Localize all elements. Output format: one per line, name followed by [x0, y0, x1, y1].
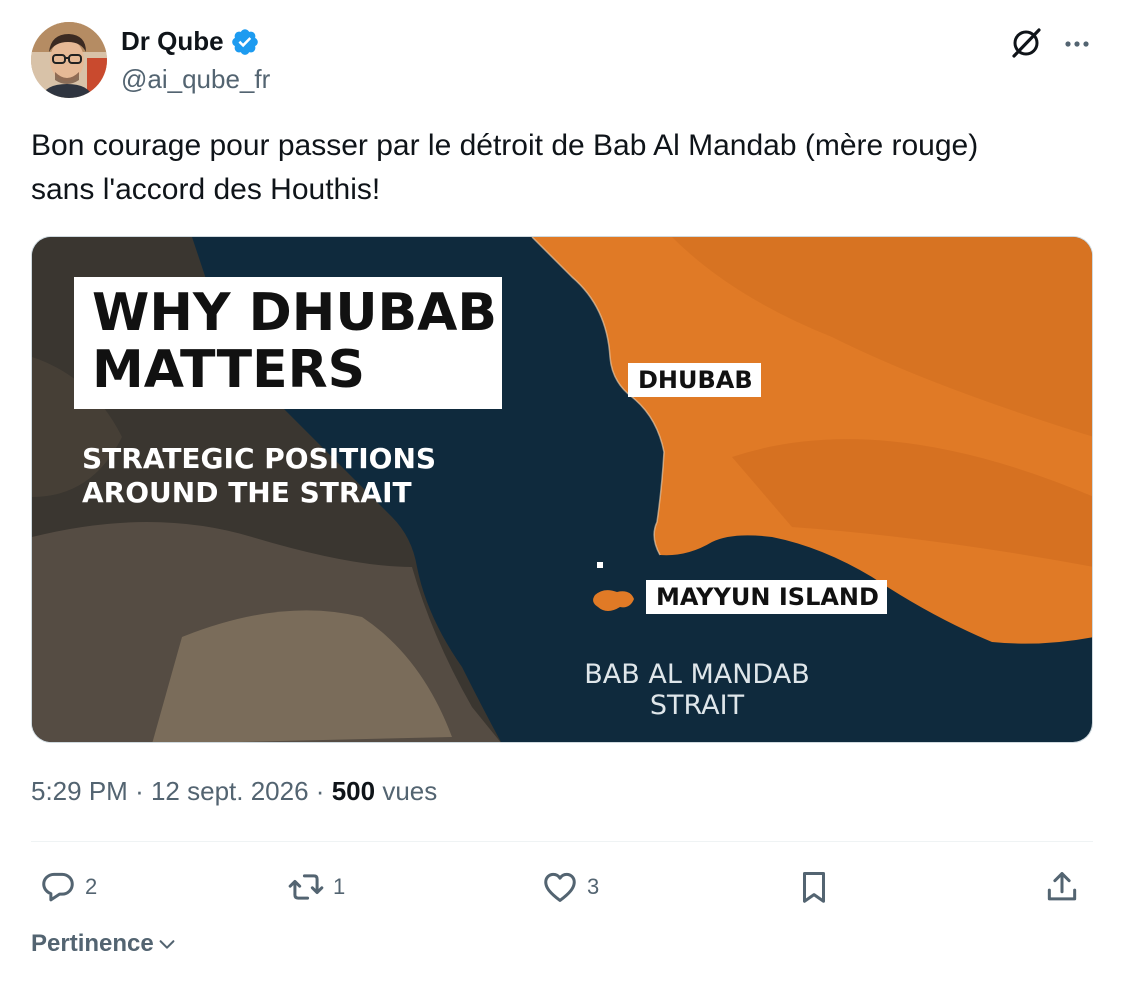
map-label-strait: BAB AL MANDAB STRAIT [572, 659, 822, 721]
chevron-down-icon [159, 940, 175, 949]
sort-dropdown[interactable]: Pertinence [31, 930, 178, 958]
reply-button[interactable]: 2 [39, 862, 97, 912]
share-button[interactable] [1043, 862, 1081, 912]
avatar[interactable] [31, 22, 107, 98]
reply-count: 2 [85, 874, 98, 899]
retweet-button[interactable]: 1 [287, 862, 345, 912]
tweet-time[interactable]: 5:29 PM [31, 776, 128, 806]
retweet-icon [288, 874, 324, 900]
more-icon[interactable] [1061, 28, 1093, 60]
tweet-text-line: Bon courage pour passer par le détroit d… [31, 129, 979, 162]
bookmark-button[interactable] [795, 862, 833, 912]
tweet-text-line: sans l'accord des Houthis! [31, 173, 381, 206]
tweet-header: Dr Qube @ai_qube_fr [31, 22, 1093, 98]
map-title-line: MATTERS [92, 340, 366, 400]
views-label: vues [382, 776, 438, 806]
like-button[interactable]: 3 [541, 862, 599, 912]
tweet-media[interactable]: WHY DHUBAB MATTERS STRATEGIC POSITIONS A… [31, 236, 1093, 743]
bookmark-icon [802, 872, 826, 903]
views-count: 500 [331, 776, 376, 806]
share-icon [1047, 872, 1077, 901]
name-row: Dr Qube [121, 26, 260, 57]
avatar-image [31, 22, 107, 98]
map-title-line: WHY DHUBAB [92, 283, 498, 343]
map-subtitle: STRATEGIC POSITIONS AROUND THE STRAIT [82, 442, 436, 510]
retweet-count: 1 [333, 874, 346, 899]
action-bar: 2 1 3 [31, 862, 1093, 912]
map-strait-line: BAB AL MANDAB [584, 659, 810, 690]
divider [31, 841, 1093, 842]
map-subtitle-line: AROUND THE STRAIT [82, 476, 412, 509]
reply-icon [42, 872, 74, 902]
map-strait-line: STRAIT [649, 690, 745, 721]
display-name[interactable]: Dr Qube [121, 26, 224, 57]
tweet-text: Bon courage pour passer par le détroit d… [31, 124, 1093, 212]
verified-badge-icon [231, 28, 258, 55]
tweet-date[interactable]: 12 sept. 2026 [151, 776, 309, 806]
meta-separator: · [315, 776, 325, 806]
map-label-mayyun: MAYYUN ISLAND [646, 580, 887, 614]
like-count: 3 [587, 874, 600, 899]
map-label-dhubab: DHUBAB [628, 363, 761, 397]
grok-icon[interactable] [1009, 26, 1043, 60]
heart-icon [544, 872, 576, 902]
meta-separator: · [135, 776, 144, 806]
sort-label: Pertinence [31, 930, 154, 957]
tweet-meta: 5:29 PM · 12 sept. 2026 · 500 vues [31, 776, 437, 807]
map-subtitle-line: STRATEGIC POSITIONS [82, 442, 437, 475]
user-handle[interactable]: @ai_qube_fr [121, 64, 270, 95]
map-title: WHY DHUBAB MATTERS [92, 285, 497, 399]
